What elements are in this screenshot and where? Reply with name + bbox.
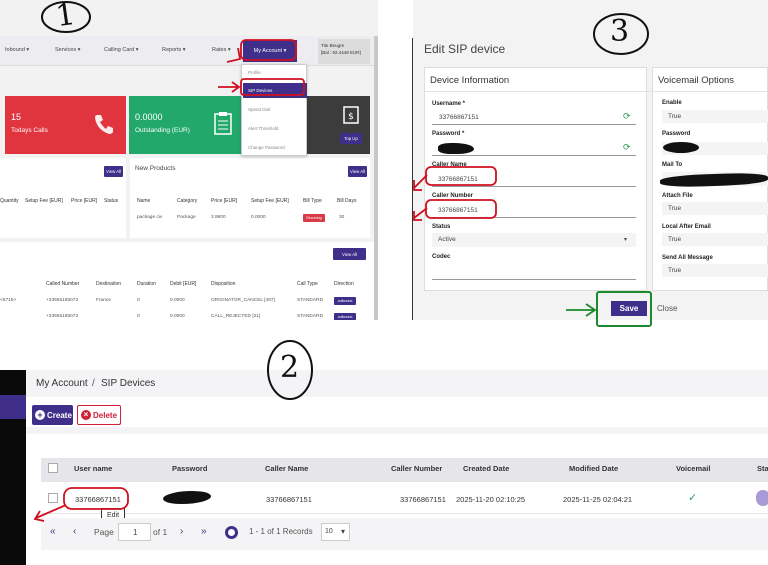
screenshot-root: Inbound ▾ Services ▾ Calling Card ▾ Repo…	[0, 0, 768, 565]
annotation-overlay	[33, 1, 652, 522]
annotation-number-1: 1	[53, 0, 78, 35]
arrow-sip-devices	[218, 81, 241, 93]
highlight-save	[596, 291, 652, 327]
arrow-username-cell	[33, 504, 67, 522]
highlight-sip-devices	[240, 78, 305, 96]
annotation-number-2: 2	[280, 350, 300, 385]
arrow-my-account	[226, 47, 242, 63]
highlight-my-account	[240, 39, 297, 61]
highlight-caller-number	[425, 199, 497, 219]
arrow-caller-number	[413, 207, 428, 221]
arrow-save	[566, 303, 597, 317]
highlight-caller-name	[425, 166, 497, 186]
arrow-caller-name	[413, 174, 428, 191]
annotation-number-3: 3	[610, 14, 630, 49]
highlight-username-cell	[63, 487, 129, 510]
